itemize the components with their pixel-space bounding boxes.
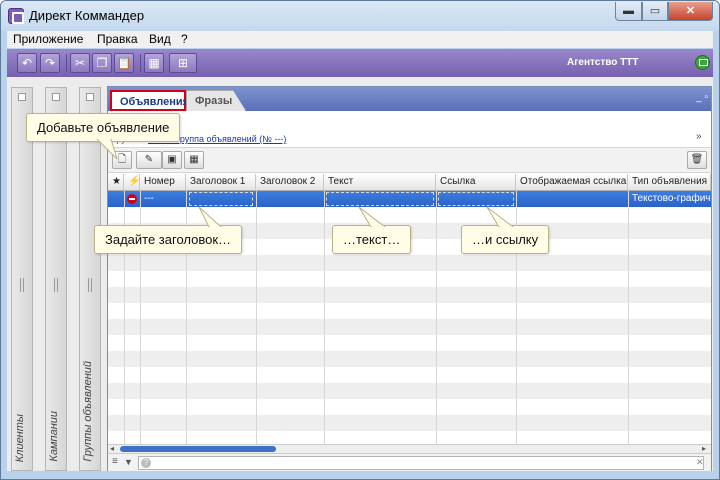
- callout-text: …текст…: [332, 225, 412, 254]
- side-panel-label: Группы объявлений: [82, 361, 94, 462]
- cut-button[interactable]: ✂: [70, 53, 90, 73]
- table-row: [108, 383, 711, 399]
- chevron-expand-icon[interactable]: »: [696, 131, 702, 142]
- network-status-icon[interactable]: [695, 55, 710, 70]
- table-row: [108, 367, 711, 383]
- column-header-ad-type[interactable]: Тип объявления: [628, 174, 711, 191]
- table-row: [108, 287, 711, 303]
- pin-icon[interactable]: [86, 93, 94, 101]
- scroll-right-icon[interactable]: ▸: [702, 444, 706, 453]
- callout-pointer: [198, 206, 222, 227]
- paste-button[interactable]: 📋: [114, 53, 134, 73]
- scroll-left-icon[interactable]: ◂: [110, 444, 114, 453]
- table-row: [108, 255, 711, 271]
- filter-input[interactable]: ? ✕: [138, 456, 704, 470]
- app-window: Директ Коммандер ▬ ▭ ✕ Приложение Правка…: [0, 0, 720, 480]
- callout-title: Задайте заголовок…: [94, 225, 243, 254]
- column-divider: [628, 191, 629, 444]
- menu-help[interactable]: ?: [181, 32, 188, 46]
- side-panel-label: Кампании: [48, 411, 60, 462]
- list-icon[interactable]: ≡: [112, 456, 118, 467]
- pin-icon[interactable]: [52, 93, 60, 101]
- cell-text[interactable]: [326, 192, 434, 206]
- tab-phrases[interactable]: Фразы: [186, 90, 246, 111]
- side-panel-campaigns[interactable]: Кампании: [45, 87, 67, 471]
- column-header-title2[interactable]: Заголовок 2: [256, 174, 324, 191]
- panel-minimize-icon[interactable]: _: [696, 92, 702, 103]
- filter-bar: ≡ ▼ ? ✕: [108, 453, 711, 471]
- side-panel-clients[interactable]: Клиенты: [11, 87, 33, 471]
- callout-pointer: [486, 206, 514, 227]
- table-button[interactable]: ▦: [184, 151, 204, 169]
- resize-grip[interactable]: [88, 278, 92, 292]
- table-row: [108, 399, 711, 415]
- cell-link[interactable]: [438, 192, 514, 206]
- table-row: [108, 415, 711, 431]
- menu-view[interactable]: Вид: [149, 32, 171, 46]
- column-header-title1[interactable]: Заголовок 1: [186, 174, 256, 191]
- menu-bar: Приложение Правка Вид ?: [7, 31, 713, 48]
- ads-toolbar: 🗋 ✎ ▣ ▦ 🗑: [108, 147, 711, 173]
- toolbar-separator: [66, 54, 67, 72]
- view-dropdown-button[interactable]: ⊞: [169, 53, 197, 73]
- column-divider: [256, 191, 257, 444]
- status-minus-icon: [127, 194, 137, 204]
- column-header-display-link[interactable]: Отображаемая ссылка: [516, 174, 628, 191]
- edit-dropdown-button[interactable]: ✎: [136, 151, 162, 169]
- column-header-star[interactable]: ★: [108, 174, 124, 191]
- group-row: Группа: Новая группа объявлений (№ ---) …: [108, 131, 711, 147]
- close-button[interactable]: ✕: [668, 2, 713, 21]
- window-title: Директ Коммандер: [29, 8, 145, 23]
- image-button[interactable]: ▣: [162, 151, 182, 169]
- column-divider: [436, 191, 437, 444]
- cell-number[interactable]: ---: [144, 192, 154, 206]
- help-icon: ?: [141, 458, 151, 468]
- callout-add-ad: Добавьте объявление: [26, 113, 181, 142]
- table-row: [108, 431, 711, 444]
- copy-button[interactable]: ❐: [92, 53, 112, 73]
- tab-ads[interactable]: Объявления: [110, 90, 189, 111]
- column-header-link[interactable]: Ссылка: [436, 174, 516, 191]
- title-bar: Директ Коммандер ▬ ▭ ✕: [1, 1, 719, 31]
- resize-grip[interactable]: [54, 278, 58, 292]
- callout-link: …и ссылку: [461, 225, 550, 254]
- app-logo-icon: [8, 8, 24, 24]
- cell-ad-type[interactable]: Текстово-графическое: [632, 192, 710, 206]
- toolbar-separator: [140, 54, 141, 72]
- column-header-text[interactable]: Текст: [324, 174, 436, 191]
- table-row: [108, 319, 711, 335]
- column-divider: [324, 191, 325, 444]
- undo-button[interactable]: ↶: [17, 53, 37, 73]
- minimize-button[interactable]: ▬: [615, 2, 642, 21]
- tab-strip: Объявления Фразы _ ▫: [108, 87, 711, 111]
- table-row: [108, 303, 711, 319]
- column-header-number[interactable]: Номер: [140, 174, 186, 191]
- table-row: [108, 271, 711, 287]
- menu-edit[interactable]: Правка: [97, 32, 138, 46]
- agency-name: Агентство TTT: [567, 57, 639, 68]
- callout-pointer: [96, 139, 118, 160]
- horizontal-scrollbar[interactable]: ◂ ▸: [108, 444, 711, 453]
- callout-pointer: [358, 206, 386, 227]
- menu-application[interactable]: Приложение: [13, 32, 83, 46]
- ads-panel: Объявления Фразы _ ▫ Группа: Новая групп…: [107, 86, 712, 471]
- table-row: [108, 335, 711, 351]
- resize-grip[interactable]: [20, 278, 24, 292]
- column-header-flash[interactable]: ⚡: [124, 174, 140, 191]
- clear-icon[interactable]: ✕: [696, 457, 704, 468]
- side-panel-label: Клиенты: [14, 413, 26, 462]
- maximize-button[interactable]: ▭: [642, 2, 668, 21]
- pin-icon[interactable]: [18, 93, 26, 101]
- panel-maximize-icon[interactable]: ▫: [704, 92, 708, 103]
- main-toolbar: ↶ ↷ ✂ ❐ 📋 ▦ ⊞ Агентство TTT: [7, 49, 713, 77]
- cell-title1[interactable]: [189, 192, 253, 206]
- panel-controls[interactable]: _ ▫: [696, 92, 708, 103]
- table-row: [108, 351, 711, 367]
- scroll-thumb[interactable]: [120, 446, 276, 452]
- redo-button[interactable]: ↷: [40, 53, 60, 73]
- grid-view-button[interactable]: ▦: [144, 53, 164, 73]
- filter-icon[interactable]: ▼: [124, 457, 133, 467]
- delete-button[interactable]: 🗑: [687, 151, 707, 169]
